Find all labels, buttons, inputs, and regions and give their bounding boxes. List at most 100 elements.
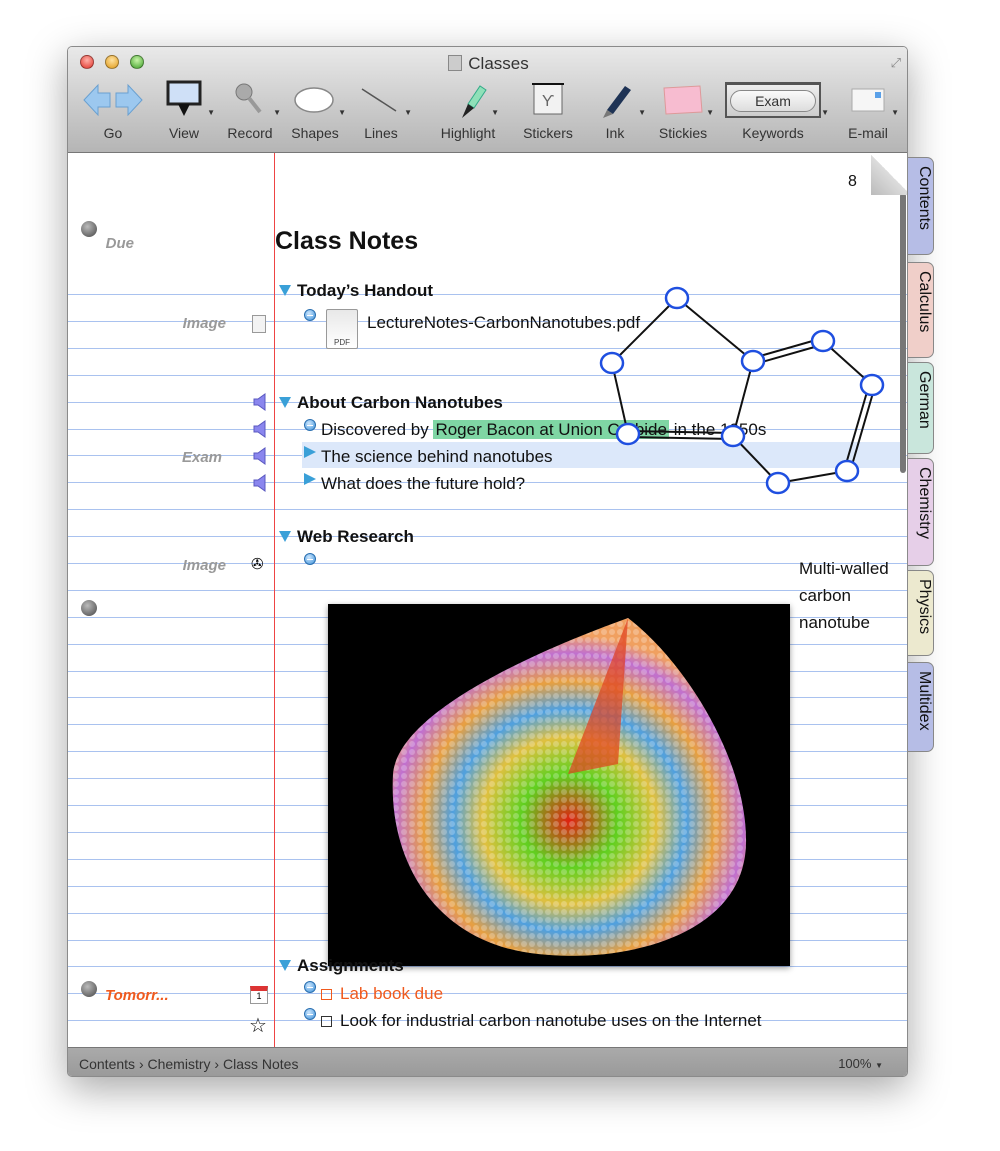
section-heading: Assignments [297,956,404,975]
bullet-icon[interactable] [304,1008,316,1020]
margin-dot-icon [81,600,97,616]
dropdown-arrow-icon: ▼ [338,108,346,117]
disclosure-triangle-icon[interactable] [279,960,291,971]
image-caption: Multi-walled carbon nanotube [799,555,889,636]
dropdown-arrow-icon: ▼ [404,108,412,117]
speaker-icon[interactable] [253,393,267,411]
pdf-file-icon[interactable]: PDF [326,309,358,349]
dropdown-arrow-icon: ▼ [491,108,499,117]
breadcrumb-item[interactable]: Contents [79,1056,135,1072]
breadcrumb-separator: › [214,1056,220,1072]
sticky-note-icon: ▼ [648,77,718,123]
tab-contents[interactable]: Contents [908,157,934,255]
keywords-button[interactable]: Exam ▼ Keywords [723,77,829,141]
shapes-button[interactable]: ▼ Shapes [280,77,350,141]
scrollbar[interactable] [900,193,906,473]
view-label: View [168,125,200,141]
checkbox[interactable] [321,989,332,1000]
bullet-icon[interactable] [304,419,316,431]
margin-label: Image [182,315,226,332]
window-title: Classes [68,54,907,74]
section-heading: About Carbon Nanotubes [297,393,503,412]
disclosure-triangle-icon[interactable] [279,531,291,542]
caption-line: nanotube [799,613,870,632]
tab-chemistry[interactable]: Chemistry [908,458,934,566]
speaker-icon[interactable] [253,447,267,465]
speaker-icon[interactable] [253,420,267,438]
window-title-text: Classes [468,54,529,73]
highlighted-text: Roger Bacon at Union Carbide [433,420,669,439]
status-bar: Contents › Chemistry › Class Notes 100% … [68,1047,907,1076]
disclosure-triangle-icon[interactable] [279,397,291,408]
margin-label: Image [182,557,226,574]
notebook-page[interactable]: 8 Due Class Notes Today’s Handout Image … [68,153,907,1047]
due-date-label: Tomorr... [105,987,169,1004]
stickies-button[interactable]: ▼ Stickies [648,77,718,141]
bullet-icon[interactable] [304,309,316,321]
breadcrumb-item[interactable]: Class Notes [223,1056,298,1072]
disclosure-triangle-icon[interactable] [279,285,291,296]
tab-physics[interactable]: Physics [908,570,934,656]
ellipse-icon: ▼ [280,77,350,123]
dropdown-arrow-icon: ▼ [638,108,646,117]
shapes-label: Shapes [291,125,339,141]
keyword-chip: Exam [730,89,816,112]
section-heading: Web Research [297,527,414,546]
stickers-button[interactable]: ϒ Stickers [513,77,583,141]
page-curl-icon[interactable] [871,153,907,195]
pen-icon: ▼ [580,77,650,123]
email-button[interactable]: ▼ E-mail [833,77,903,141]
tab-calculus[interactable]: Calculus [908,262,934,358]
breadcrumb: Contents › Chemistry › Class Notes [79,1056,298,1072]
notebook-window: Classes ⤢ Go ▼ View ▼ Record ▼ Shapes ▼ Line… [67,46,908,1077]
go-button[interactable]: Go [78,77,148,141]
sticker-icon: ϒ [513,77,583,123]
svg-text:ϒ: ϒ [542,93,555,110]
bullet-icon[interactable] [304,981,316,993]
breadcrumb-item[interactable]: Chemistry [148,1056,211,1072]
star-icon: ☆ [249,1015,267,1037]
calendar-icon: 1 [250,986,268,1004]
highlight-button[interactable]: ▼ Highlight [433,77,503,141]
ruled-line [68,536,907,537]
ink-button[interactable]: ▼ Ink [580,77,650,141]
speaker-icon[interactable] [253,474,267,492]
view-button[interactable]: ▼ View [149,77,219,141]
section-heading: Today’s Handout [297,281,433,300]
view-icon: ▼ [149,77,219,123]
line-icon: ▼ [346,77,416,123]
collapsed-triangle-icon[interactable] [304,473,316,485]
text: Discovered by [321,420,434,439]
lines-button[interactable]: ▼ Lines [346,77,416,141]
dropdown-arrow-icon: ▼ [706,108,714,117]
image-file-icon [252,315,266,333]
keyword-label: Exam [181,449,222,466]
bullet-icon[interactable] [304,553,316,565]
attachment-filename[interactable]: LectureNotes-CarbonNanotubes.pdf [367,313,640,333]
ruled-line [68,966,907,967]
list-item: Discovered by Roger Bacon at Union Carbi… [321,420,766,440]
stickers-label: Stickers [523,125,573,141]
todo-item: Lab book due [321,984,443,1004]
checkbox[interactable] [321,1016,332,1027]
fullscreen-icon[interactable]: ⤢ [891,55,901,71]
tab-multidex[interactable]: Multidex [908,662,934,752]
zoom-select[interactable]: 100% ▼ [838,1056,883,1071]
collapsed-triangle-icon[interactable] [304,446,316,458]
ruled-line [68,590,907,591]
margin-dot-icon [81,981,97,997]
record-button[interactable]: ▼ Record [215,77,285,141]
highlighter-icon: ▼ [433,77,503,123]
margin-line [274,153,275,1047]
list-item: The science behind nanotubes [321,447,553,466]
toolbar: Classes ⤢ Go ▼ View ▼ Record ▼ Shapes ▼ Line… [68,47,907,153]
keyword-icon: Exam ▼ [723,77,829,123]
tab-german[interactable]: German [908,362,934,454]
list-item: What does the future hold? [321,474,526,493]
email-label: E-mail [848,125,888,141]
breadcrumb-separator: › [138,1056,144,1072]
ruled-line [68,348,907,349]
nanotube-image[interactable] [328,604,790,966]
link-icon[interactable]: ✇ [251,555,264,573]
envelope-icon: ▼ [833,77,903,123]
